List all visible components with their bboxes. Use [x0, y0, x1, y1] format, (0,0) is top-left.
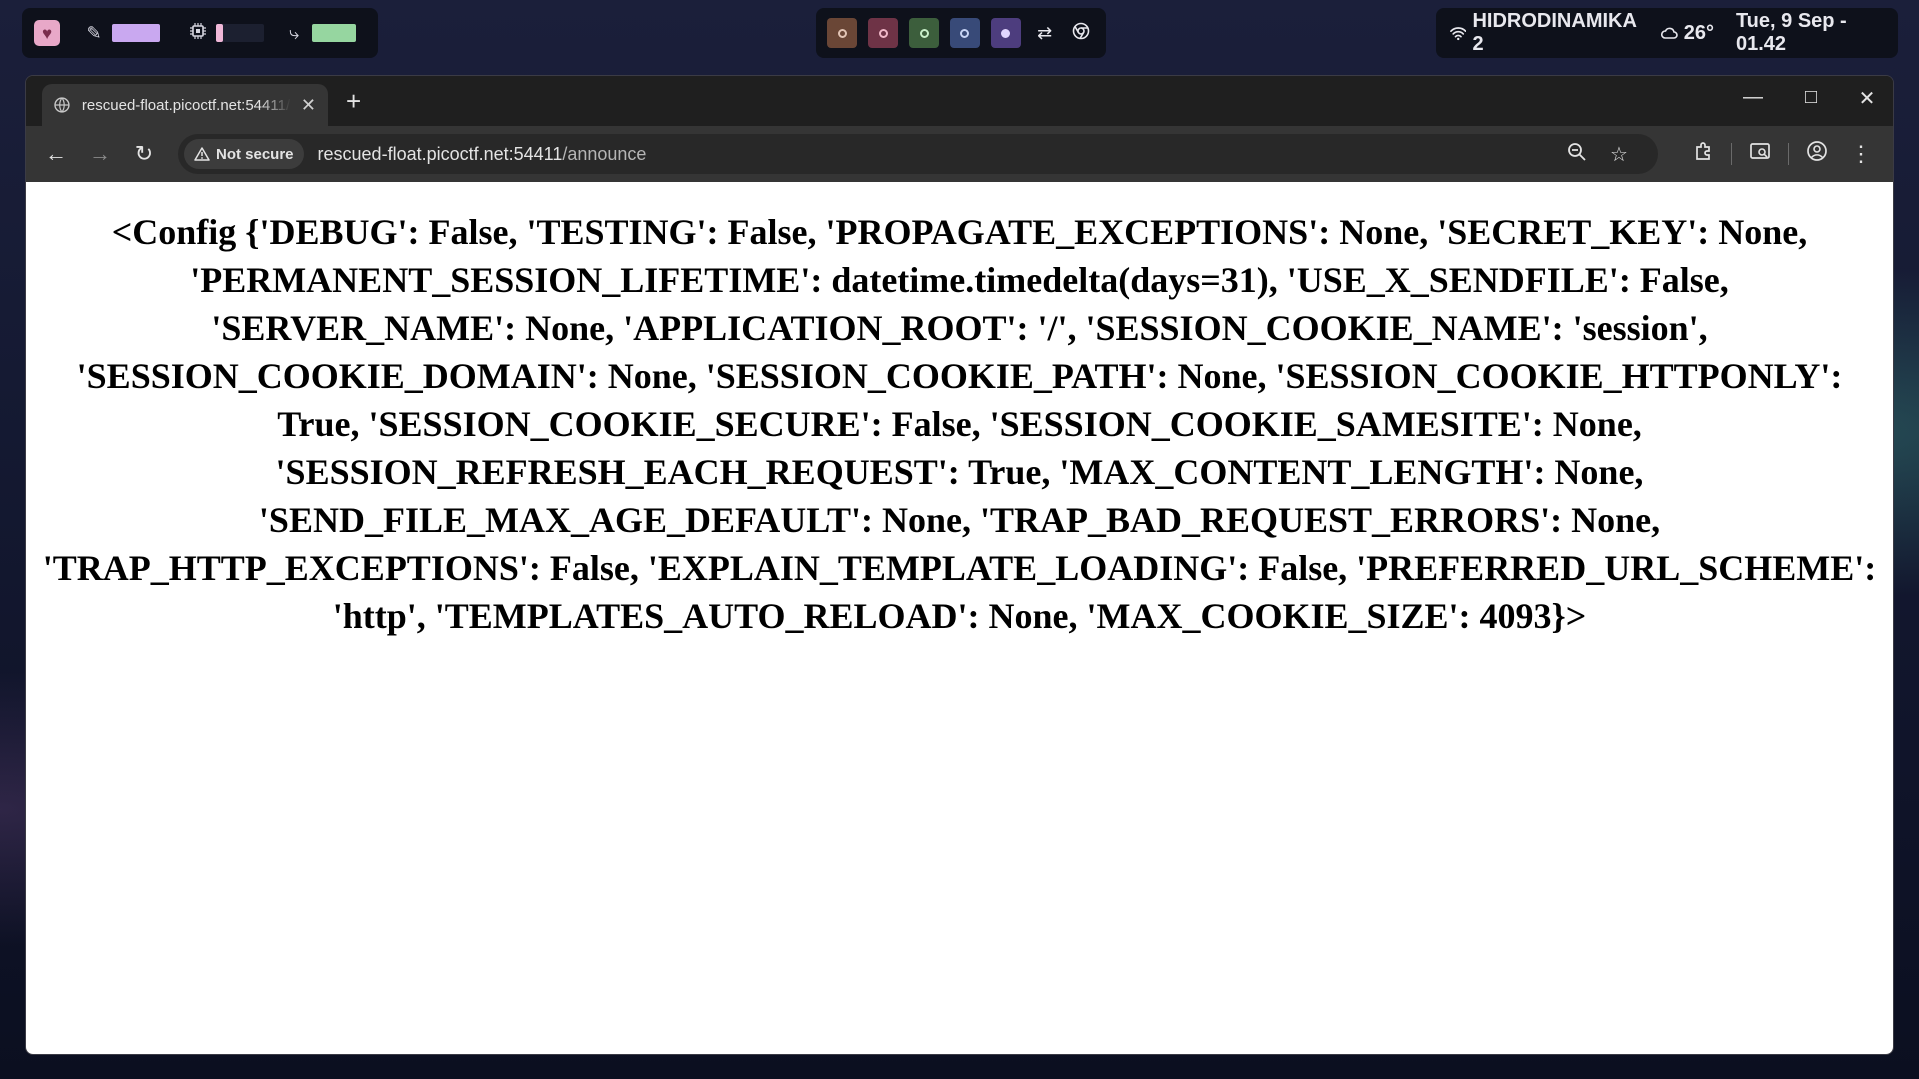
close-window-button[interactable]: ✕	[1847, 86, 1887, 111]
tab-title: rescued-float.picoctf.net:54411/	[81, 96, 291, 114]
circle-icon	[1001, 28, 1011, 38]
status-bar-right: HIDRODINAMIKA 2 26° Tue, 9 Sep - 01.42	[1436, 8, 1898, 58]
workspace-5[interactable]	[990, 18, 1021, 48]
toolbar-actions: ⋮	[1681, 140, 1883, 168]
heart-icon: ♥	[41, 23, 53, 43]
workspace-4[interactable]	[949, 18, 980, 48]
network-name: HIDRODINAMIKA 2	[1472, 10, 1637, 55]
minimize-button[interactable]: —	[1733, 86, 1773, 109]
extensions-icon[interactable]	[1681, 141, 1725, 167]
workspace-1[interactable]	[827, 18, 858, 48]
bookmark-star-icon[interactable]: ☆	[1598, 142, 1640, 168]
workspace-3[interactable]	[909, 18, 940, 48]
zoom-icon[interactable]	[1556, 142, 1598, 168]
clock[interactable]: Tue, 9 Sep - 01.42	[1736, 10, 1876, 56]
pencil-icon: ✎	[86, 22, 102, 43]
browser-window: rescued-float.picoctf.net:54411/ ✕ + — □…	[25, 75, 1894, 1055]
toolbar-divider	[1788, 143, 1789, 165]
cast-search-icon[interactable]	[1738, 141, 1782, 167]
warning-icon	[194, 147, 210, 161]
toolbar-divider	[1731, 143, 1732, 165]
reload-button[interactable]: ↻	[122, 141, 166, 167]
power-meter	[312, 24, 356, 42]
status-bar-left: ♥ ✎ ⤷	[22, 8, 378, 58]
chrome-icon[interactable]	[1068, 22, 1094, 45]
tab-strip: rescued-float.picoctf.net:54411/ ✕ + — □…	[26, 76, 1893, 126]
circle-icon	[878, 28, 888, 38]
workspace-2[interactable]	[868, 18, 899, 48]
cpu-icon	[188, 22, 208, 44]
config-dump-text: <Config {'DEBUG': False, 'TESTING': Fals…	[42, 212, 1877, 636]
back-button[interactable]: ←	[34, 141, 78, 167]
lightning-icon: ⤷	[288, 22, 300, 43]
swap-icon[interactable]: ⇄	[1032, 23, 1058, 44]
url-text[interactable]: rescued-float.picoctf.net:54411/announce	[318, 144, 647, 165]
page-content: <Config {'DEBUG': False, 'TESTING': Fals…	[26, 182, 1893, 1054]
address-bar[interactable]: Not secure rescued-float.picoctf.net:544…	[178, 134, 1658, 174]
datetime: Tue, 9 Sep - 01.42	[1735, 10, 1847, 55]
workspace-switcher: ⇄	[816, 8, 1106, 58]
profile-icon[interactable]	[1795, 140, 1839, 168]
wifi-icon	[1450, 27, 1467, 41]
cpu-meter-fill	[216, 24, 223, 42]
cpu-meter	[216, 24, 264, 42]
url-host: rescued-float.picoctf.net:54411	[317, 143, 563, 164]
security-label: Not secure	[216, 145, 294, 163]
globe-icon	[54, 97, 70, 113]
maximize-button[interactable]: □	[1791, 86, 1831, 109]
circle-icon	[837, 28, 847, 38]
forward-button[interactable]: →	[78, 141, 122, 167]
close-tab-icon[interactable]: ✕	[301, 95, 316, 116]
new-tab-button[interactable]: +	[346, 86, 361, 116]
heart-widget[interactable]: ♥	[34, 20, 60, 46]
circle-icon	[960, 28, 970, 38]
cloud-icon	[1660, 27, 1678, 39]
more-menu-icon[interactable]: ⋮	[1839, 141, 1883, 167]
edit-meter-fill	[112, 24, 160, 42]
browser-toolbar: ← → ↻ Not secure rescued-float.picoctf.n…	[26, 126, 1893, 182]
power-meter-fill	[312, 24, 356, 42]
weather-status[interactable]: 26°	[1660, 22, 1714, 45]
circle-icon	[919, 28, 929, 38]
url-path: /announce	[562, 143, 647, 164]
edit-meter	[112, 24, 160, 42]
security-indicator[interactable]: Not secure	[184, 139, 304, 169]
browser-tab[interactable]: rescued-float.picoctf.net:54411/ ✕	[42, 84, 328, 126]
temperature: 26°	[1683, 21, 1714, 44]
network-status[interactable]: HIDRODINAMIKA 2	[1450, 10, 1638, 56]
omnibox-actions: ☆	[1556, 142, 1640, 168]
